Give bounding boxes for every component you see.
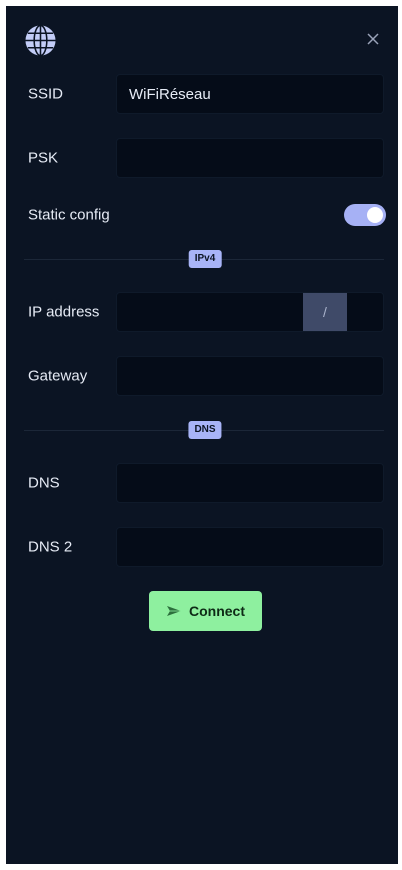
dns2-input[interactable] (116, 527, 384, 567)
toggle-knob (367, 207, 383, 223)
dns2-label: DNS 2 (28, 538, 73, 556)
dns-label: DNS (28, 474, 60, 492)
ip-address-label: IP address (28, 303, 100, 321)
ip-mask-separator: / (303, 293, 347, 331)
static-config-toggle[interactable] (344, 204, 386, 226)
ip-address-input[interactable] (117, 293, 303, 331)
wifi-config-panel: SSID PSK Static config IPv4 IP address /… (6, 6, 398, 864)
dns2-row: DNS 2 (6, 527, 398, 567)
connect-label: Connect (189, 603, 245, 619)
dns-row: DNS (6, 463, 398, 503)
ip-address-field: / (116, 292, 384, 332)
ssid-row: SSID (6, 74, 398, 114)
gateway-label: Gateway (28, 367, 88, 385)
static-config-row: Static config (6, 195, 398, 235)
connect-button[interactable]: Connect (149, 591, 262, 631)
static-config-label: Static config (28, 206, 110, 224)
ipv4-section-badge: IPv4 (188, 250, 222, 268)
globe-icon (25, 24, 56, 57)
ssid-label: SSID (28, 85, 64, 103)
psk-label: PSK (28, 149, 59, 167)
dns-input[interactable] (116, 463, 384, 503)
close-icon[interactable] (366, 32, 380, 46)
ip-address-row: IP address / (6, 292, 398, 332)
gateway-row: Gateway (6, 356, 398, 396)
gateway-input[interactable] (116, 356, 384, 396)
send-icon (167, 606, 181, 616)
ip-mask-input[interactable] (347, 293, 383, 331)
psk-input[interactable] (116, 138, 384, 178)
psk-row: PSK (6, 138, 398, 178)
dns-section-badge: DNS (188, 421, 222, 439)
ssid-input[interactable] (116, 74, 384, 114)
